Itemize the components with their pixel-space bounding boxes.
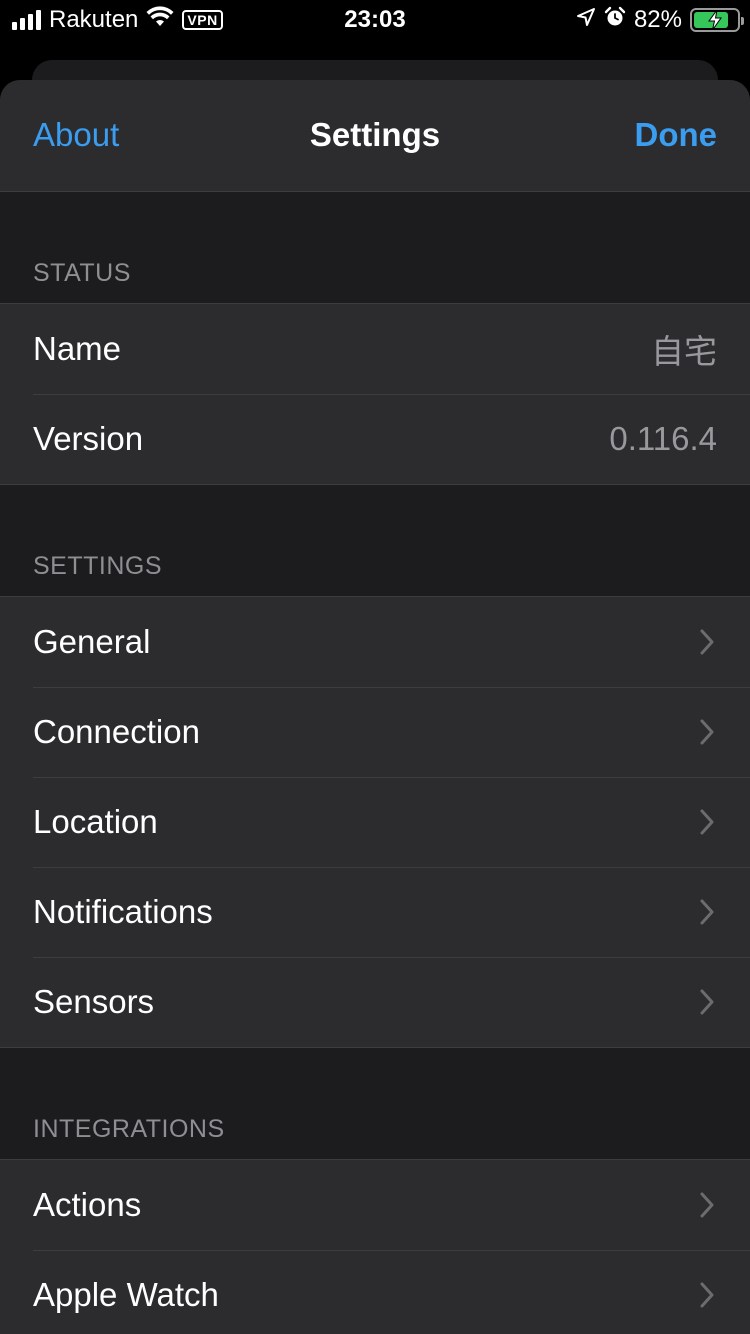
row-version: Version 0.116.4: [0, 394, 750, 484]
navigation-bar: About Settings Done: [0, 80, 750, 192]
chevron-right-icon: [697, 1280, 717, 1310]
battery-percent: 82%: [633, 6, 682, 33]
row-value-name: 自宅: [651, 333, 717, 370]
row-value-version: 0.116.4: [609, 420, 717, 457]
row-label: Version: [33, 420, 144, 457]
settings-sheet: About Settings Done STATUS Name 自宅 Versi…: [0, 80, 750, 1334]
row-label: Location: [33, 803, 158, 840]
location-arrow-icon: [576, 6, 596, 34]
row-label: General: [33, 623, 151, 660]
status-group: Name 自宅 Version 0.116.4: [0, 303, 750, 485]
status-bar: Rakuten VPN 23:03 82%: [0, 0, 750, 40]
chevron-right-icon: [697, 1190, 717, 1220]
screen: Rakuten VPN 23:03 82% About Settings Don…: [0, 0, 750, 1334]
alarm-icon: [604, 6, 626, 35]
row-label: Notifications: [33, 893, 213, 930]
row-label: Actions: [33, 1186, 142, 1223]
settings-group: General Connection Location Notification…: [0, 596, 750, 1048]
row-connection[interactable]: Connection: [0, 687, 750, 777]
row-sensors[interactable]: Sensors: [0, 957, 750, 1047]
chevron-right-icon: [697, 717, 717, 747]
chevron-right-icon: [697, 987, 717, 1017]
row-general[interactable]: General: [0, 597, 750, 687]
row-label: Connection: [33, 713, 200, 750]
section-header-settings: SETTINGS: [33, 552, 163, 580]
section-header-status: STATUS: [33, 259, 131, 287]
row-location[interactable]: Location: [0, 777, 750, 867]
row-label: Sensors: [33, 983, 155, 1020]
done-button[interactable]: Done: [635, 116, 718, 154]
row-label: Name: [33, 330, 122, 367]
battery-charging-icon: [690, 8, 744, 32]
row-actions[interactable]: Actions: [0, 1160, 750, 1250]
row-notifications[interactable]: Notifications: [0, 867, 750, 957]
row-name: Name 自宅: [0, 304, 750, 394]
bolt-icon: [692, 10, 738, 30]
section-header-integrations: INTEGRATIONS: [33, 1115, 225, 1143]
row-apple-watch[interactable]: Apple Watch: [0, 1250, 750, 1334]
integrations-group: Actions Apple Watch: [0, 1159, 750, 1334]
status-bar-right: 82%: [576, 6, 744, 35]
chevron-right-icon: [697, 627, 717, 657]
chevron-right-icon: [697, 807, 717, 837]
chevron-right-icon: [697, 897, 717, 927]
row-label: Apple Watch: [33, 1276, 219, 1313]
